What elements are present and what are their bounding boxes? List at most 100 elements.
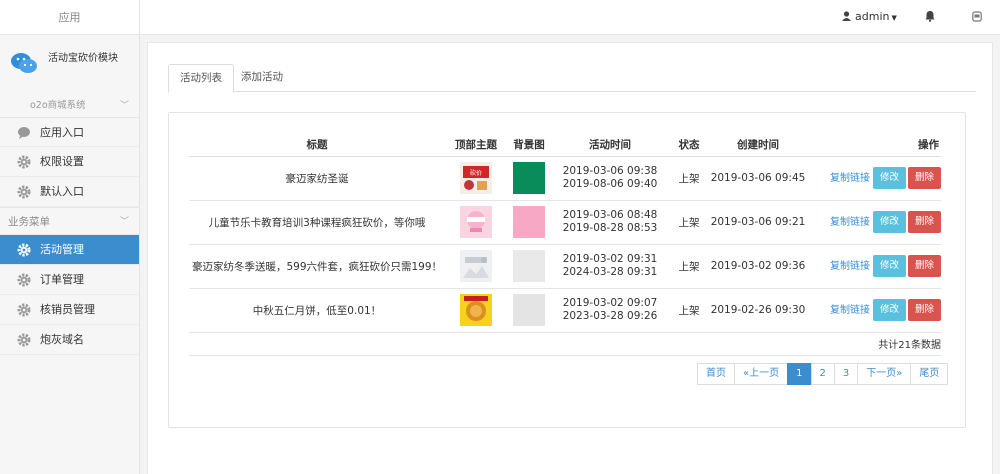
background-image[interactable] <box>513 250 545 282</box>
delete-button[interactable]: 删除 <box>907 255 941 277</box>
sidebar-item-label: 活动管理 <box>40 243 84 256</box>
app-name: 活动宝砍价模块 <box>48 53 118 64</box>
pager-page-1[interactable]: 1 <box>787 363 812 385</box>
table-row: 中秋五仁月饼，低至0.01！ 2019-03-02 09:07 2023-03-2… <box>189 288 941 333</box>
top-theme-image[interactable] <box>460 294 492 326</box>
sidebar-item-app-entry[interactable]: 应用入口 <box>0 117 139 147</box>
sidebar-item-verifier-management[interactable]: 核销员管理 <box>0 295 139 325</box>
top-theme-image[interactable] <box>460 206 492 238</box>
main-panel: 活动列表 添加活动 标题 顶部主题 背景图 活动时间 状态 创建时间 操作 豪迈… <box>147 42 993 474</box>
tab-bar: 活动列表 添加活动 <box>168 64 976 93</box>
chevron-down-icon: ﹀ <box>119 217 129 227</box>
sidebar-item-label: 默认入口 <box>40 185 84 198</box>
row-created: 2019-03-06 09:45 <box>709 156 807 201</box>
row-status: 上架 <box>669 244 709 289</box>
col-title: 标题 <box>189 133 445 157</box>
sidebar-item-permissions[interactable]: 权限设置 <box>0 147 139 177</box>
edit-button[interactable]: 修改 <box>872 211 906 233</box>
shop-system-toggle[interactable]: o2o商城系统 ﹀ <box>0 95 139 117</box>
activity-end: 2019-08-06 09:40 <box>562 178 658 190</box>
copy-link-button[interactable]: 复制链接 <box>830 173 870 184</box>
caret-down-icon: ▼ <box>891 14 897 22</box>
activity-list-box: 标题 顶部主题 背景图 活动时间 状态 创建时间 操作 豪迈家纺圣诞 砍价 20… <box>168 112 966 428</box>
top-header: admin ▼ <box>140 0 1000 35</box>
activity-end: 2023-03-28 09:26 <box>562 310 658 322</box>
delete-button[interactable]: 删除 <box>907 211 941 233</box>
background-image[interactable] <box>513 206 545 238</box>
user-icon <box>842 11 851 21</box>
app-header: 活动宝砍价模块 <box>0 35 139 95</box>
table-total-row: 共计21条数据 <box>189 332 941 356</box>
wechat-icon <box>11 53 37 73</box>
sidebar-section-label: 业务菜单 <box>8 216 50 228</box>
edit-button[interactable]: 修改 <box>872 167 906 189</box>
sidebar-item-order-management[interactable]: 订单管理 <box>0 265 139 295</box>
sidebar-item-label: 权限设置 <box>40 155 84 168</box>
sidebar-item-default-entry[interactable]: 默认入口 <box>0 177 139 207</box>
row-status: 上架 <box>669 200 709 245</box>
gear-icon <box>17 185 31 199</box>
activity-start: 2019-03-02 09:31 <box>562 253 658 265</box>
pager-prev[interactable]: «上一页 <box>734 363 789 385</box>
row-title: 豪迈家纺冬季送暖，599六件套，疯狂砍价只需199！ <box>189 244 445 289</box>
copy-link-button[interactable]: 复制链接 <box>830 217 870 228</box>
col-background: 背景图 <box>507 133 551 157</box>
activity-end: 2019-08-28 08:53 <box>562 222 658 234</box>
col-top-theme: 顶部主题 <box>445 133 507 157</box>
delete-button[interactable]: 删除 <box>907 167 941 189</box>
tab-add-activity[interactable]: 添加活动 <box>230 64 294 92</box>
edit-button[interactable]: 修改 <box>872 299 906 321</box>
tab-activity-list[interactable]: 活动列表 <box>168 64 234 93</box>
chevron-down-icon: ﹀ <box>119 101 129 111</box>
sidebar-item-label: 应用入口 <box>40 126 84 139</box>
activity-start: 2019-03-06 09:38 <box>562 165 658 177</box>
gear-icon <box>17 155 31 169</box>
activity-end: 2024-03-28 09:31 <box>562 266 658 278</box>
row-status: 上架 <box>669 288 709 333</box>
row-title: 儿童节乐卡教育培训3种课程疯狂砍价，等你哦 <box>189 200 445 245</box>
activity-start: 2019-03-02 09:07 <box>562 297 658 309</box>
copy-link-button[interactable]: 复制链接 <box>830 261 870 272</box>
row-created: 2019-03-06 09:21 <box>709 200 807 245</box>
pager-page-3[interactable]: 3 <box>833 363 859 385</box>
row-created: 2019-03-02 09:36 <box>709 244 807 289</box>
top-theme-image[interactable]: 砍价 <box>460 162 492 194</box>
col-status: 状态 <box>669 133 709 157</box>
pager-first[interactable]: 首页 <box>697 363 735 385</box>
activity-start: 2019-03-06 08:48 <box>562 209 658 221</box>
col-activity-time: 活动时间 <box>551 133 669 157</box>
message-icon[interactable] <box>972 11 982 22</box>
row-status: 上架 <box>669 156 709 201</box>
pager-next[interactable]: 下一页» <box>857 363 912 385</box>
user-name: admin <box>855 10 890 23</box>
sidebar-item-activity-management[interactable]: 活动管理 <box>0 235 139 265</box>
pager-page-2[interactable]: 2 <box>810 363 835 385</box>
edit-button[interactable]: 修改 <box>872 255 906 277</box>
row-title: 豪迈家纺圣诞 <box>189 156 445 201</box>
gear-icon <box>17 303 31 317</box>
background-image[interactable] <box>513 294 545 326</box>
shop-system-label: o2o商城系统 <box>30 100 86 111</box>
delete-button[interactable]: 删除 <box>907 299 941 321</box>
gear-icon <box>17 273 31 287</box>
activity-table: 标题 顶部主题 背景图 活动时间 状态 创建时间 操作 豪迈家纺圣诞 砍价 20… <box>189 133 941 356</box>
bell-icon[interactable] <box>925 10 935 22</box>
sidebar-item-label: 订单管理 <box>40 273 84 286</box>
sidebar-top-label: 应用 <box>0 0 139 35</box>
sidebar-section-business[interactable]: 业务菜单 ﹀ <box>0 207 139 235</box>
table-header-row: 标题 顶部主题 背景图 活动时间 状态 创建时间 操作 <box>189 133 941 157</box>
background-image[interactable] <box>513 162 545 194</box>
copy-link-button[interactable]: 复制链接 <box>830 305 870 316</box>
row-created: 2019-02-26 09:30 <box>709 288 807 333</box>
gear-icon <box>17 243 31 257</box>
user-menu[interactable]: admin ▼ <box>842 10 897 23</box>
pager-last[interactable]: 尾页 <box>910 363 949 385</box>
table-row: 豪迈家纺冬季送暖，599六件套，疯狂砍价只需199！ 2019-03-02 09… <box>189 244 941 289</box>
table-row: 儿童节乐卡教育培训3种课程疯狂砍价，等你哦 2019-03-06 08:48 20… <box>189 200 941 245</box>
total-count: 共计21条数据 <box>189 332 941 356</box>
pagination: 首页 «上一页 1 2 3 下一页» 尾页 <box>697 363 949 385</box>
table-row: 豪迈家纺圣诞 砍价 2019-03-06 09:38 2019-08-06 09:… <box>189 156 941 201</box>
sidebar-item-cannon-domain[interactable]: 炮灰域名 <box>0 325 139 355</box>
top-theme-image[interactable] <box>460 250 492 282</box>
row-title: 中秋五仁月饼，低至0.01！ <box>189 288 445 333</box>
